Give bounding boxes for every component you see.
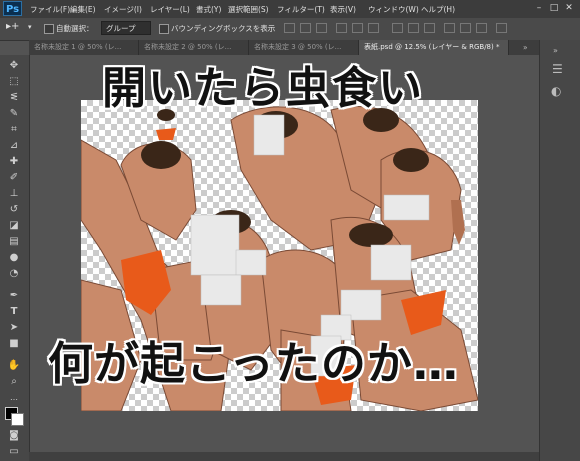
lasso-tool-icon[interactable]: ᓬ [6, 91, 22, 105]
window-controls: – □ ✕ [532, 2, 578, 15]
close-icon[interactable]: ✕ [562, 2, 576, 15]
auto-select-label: 自動選択： [56, 24, 94, 33]
menu-layer[interactable]: レイヤー(L) [150, 4, 190, 15]
tools-panel: ✥ ⬚ ᓬ ✎ ⌗ ⊿ ✚ ✐ ⊥ ↺ ◪ ▤ ● ◔ ✒ T ➤ ■ ✋ ⌕ … [0, 55, 30, 461]
type-tool-icon[interactable]: T [6, 305, 22, 319]
chevron-down-icon[interactable]: ▾ [28, 23, 32, 31]
caption-top: 開いたら虫食い [102, 63, 424, 114]
quick-mask-icon[interactable]: ◙ [6, 429, 22, 443]
show-bbox-label: バウンディングボックスを表示 [171, 24, 276, 33]
align-right-icon[interactable] [368, 23, 379, 33]
marquee-tool-icon[interactable]: ⬚ [6, 75, 22, 89]
gradient-tool-icon[interactable]: ▤ [6, 235, 22, 249]
maximize-icon[interactable]: □ [547, 2, 561, 15]
panel-collapse-icon[interactable]: » [553, 46, 558, 55]
distribute-left-icon[interactable] [444, 23, 455, 33]
menu-help[interactable]: ヘルプ(H) [421, 4, 455, 15]
menu-window[interactable]: ウィンドウ(W) [368, 4, 419, 15]
dodge-tool-icon[interactable]: ◔ [6, 267, 22, 281]
distribute-right-icon[interactable] [476, 23, 487, 33]
menu-type[interactable]: 書式(Y) [196, 4, 221, 15]
align-top-icon[interactable] [284, 23, 295, 33]
move-tool-icon[interactable]: ✥ [6, 59, 22, 73]
align-bottom-icon[interactable] [316, 23, 327, 33]
menu-select[interactable]: 選択範囲(S) [228, 4, 269, 15]
more-tools-icon[interactable]: … [6, 391, 22, 405]
menu-file[interactable]: ファイル(F) [30, 4, 70, 15]
align-left-icon[interactable] [336, 23, 347, 33]
screen-mode-icon[interactable]: ▭ [6, 445, 22, 459]
blur-tool-icon[interactable]: ● [6, 251, 22, 265]
menu-bar: Ps ファイル(F) 編集(E) イメージ(I) レイヤー(L) 書式(Y) 選… [0, 0, 580, 18]
menu-image[interactable]: イメージ(I) [104, 4, 142, 15]
distribute-hcenter-icon[interactable] [460, 23, 471, 33]
show-bbox-checkbox[interactable] [159, 24, 169, 34]
align-vcenter-icon[interactable] [300, 23, 311, 33]
healing-tool-icon[interactable]: ✚ [6, 155, 22, 169]
hand-tool-icon[interactable]: ✋ [6, 359, 22, 373]
stamp-tool-icon[interactable]: ⊥ [6, 187, 22, 201]
pen-tool-icon[interactable]: ✒ [6, 289, 22, 303]
zoom-tool-icon[interactable]: ⌕ [6, 375, 22, 389]
history-brush-tool-icon[interactable]: ↺ [6, 203, 22, 217]
panel-menu-icon[interactable]: ☰ [552, 62, 563, 76]
distribute-vcenter-icon[interactable] [408, 23, 419, 33]
distribute-top-icon[interactable] [392, 23, 403, 33]
eraser-tool-icon[interactable]: ◪ [6, 219, 22, 233]
menu-filter[interactable]: フィルター(T) [277, 4, 325, 15]
align-hcenter-icon[interactable] [352, 23, 363, 33]
photoshop-logo: Ps [3, 1, 22, 16]
menu-view[interactable]: 表示(V) [330, 4, 356, 15]
color-panel-icon[interactable]: ◐ [551, 84, 561, 98]
minimize-icon[interactable]: – [532, 2, 546, 15]
crop-tool-icon[interactable]: ⌗ [6, 123, 22, 137]
move-tool-preset-icon[interactable]: ▸+ [6, 21, 19, 32]
eyedropper-tool-icon[interactable]: ⊿ [6, 139, 22, 153]
distribute-bottom-icon[interactable] [424, 23, 435, 33]
caption-bottom: 何が起こったのか… [48, 337, 459, 390]
path-select-tool-icon[interactable]: ➤ [6, 321, 22, 335]
quick-select-tool-icon[interactable]: ✎ [6, 107, 22, 121]
brush-tool-icon[interactable]: ✐ [6, 171, 22, 185]
options-bar: ▸+ ▾ 自動選択： グループ バウンディングボックスを表示 [0, 18, 580, 41]
status-bar [29, 452, 539, 461]
right-panel-dock: » ☰ ◐ [539, 40, 580, 461]
auto-select-checkbox[interactable] [44, 24, 54, 34]
tab-overflow-icon[interactable]: » [523, 43, 528, 52]
background-color-swatch[interactable] [11, 413, 24, 426]
auto-align-icon[interactable] [496, 23, 507, 33]
menu-edit[interactable]: 編集(E) [70, 4, 96, 15]
auto-select-dropdown[interactable]: グループ [101, 21, 151, 35]
shape-tool-icon[interactable]: ■ [6, 337, 22, 351]
